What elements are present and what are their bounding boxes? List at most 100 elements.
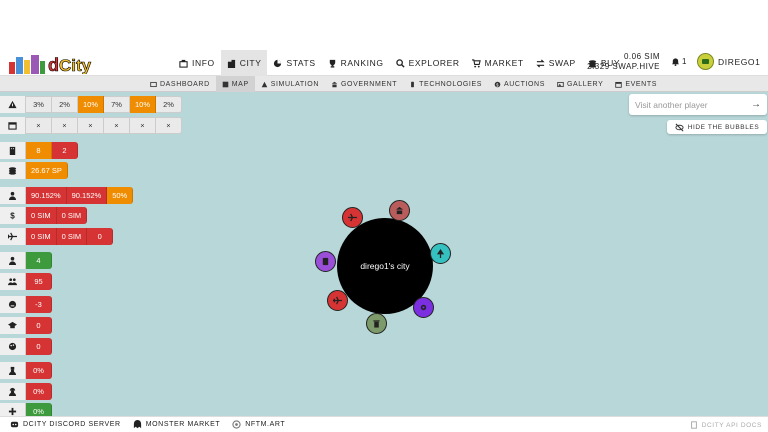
creativity-row: 0: [0, 338, 52, 355]
nav-city[interactable]: CITY: [220, 50, 268, 76]
footer: DCITY DISCORD SERVER MONSTER MARKET NFTM…: [0, 416, 768, 432]
nav-swap[interactable]: SWAP: [530, 50, 582, 76]
worker-icon: [0, 187, 26, 204]
tab-technologies[interactable]: TECHNOLOGIES: [403, 76, 488, 92]
tree-icon: [436, 249, 445, 258]
dcity-logo[interactable]: d City: [6, 52, 98, 74]
tab-dashboard-label: DASHBOARD: [160, 80, 210, 88]
nav-explorer-label: EXPLORER: [408, 58, 460, 68]
city-subnav: DASHBOARD MAP SIMULATION GOVERNMENT TECH…: [0, 76, 768, 92]
trash-icon: [373, 320, 380, 328]
tablet-icon: [322, 257, 329, 266]
tab-auctions[interactable]: $ AUCTIONS: [488, 76, 551, 92]
eye-slash-icon: [675, 123, 684, 131]
nav-ranking-label: RANKING: [340, 58, 384, 68]
nav-explorer[interactable]: EXPLORER: [390, 50, 466, 76]
tourism-bubble[interactable]: [342, 207, 363, 228]
tourism-value: 0 SIM: [26, 228, 57, 245]
event-status: ×: [104, 117, 130, 134]
swap-icon: [536, 58, 545, 68]
tab-events[interactable]: EVENTS: [609, 76, 663, 92]
calendar-icon: [615, 81, 623, 88]
person-icon: [0, 252, 26, 269]
tech-bubble[interactable]: [315, 251, 336, 272]
gallery-icon: [557, 81, 564, 87]
tourism-value: 0 SIM: [56, 228, 88, 245]
tab-government[interactable]: GOVERNMENT: [325, 76, 403, 92]
dollar-icon: $: [0, 207, 26, 224]
hide-bubbles-button[interactable]: HIDE THE BUBBLES: [667, 120, 767, 134]
discord-icon: [10, 421, 19, 428]
notifications[interactable]: 1: [671, 57, 686, 66]
event-status: ×: [26, 117, 52, 134]
tab-gallery[interactable]: GALLERY: [551, 76, 609, 92]
trophy-icon: [329, 59, 335, 68]
api-docs-link[interactable]: DCITY API DOCS: [690, 417, 762, 432]
risk-value: 10%: [78, 96, 105, 113]
unemployment-row: 0%: [0, 383, 52, 400]
education-value: 0: [26, 317, 52, 334]
workers-value: 90.152%: [26, 187, 67, 204]
wallet-balance[interactable]: 0.06 SIM 2.329 SWAP.HIVE: [586, 52, 660, 72]
risk-value: 2%: [156, 96, 183, 113]
dashboard-icon: [150, 81, 157, 87]
hide-bubbles-label: HIDE THE BUBBLES: [687, 123, 760, 131]
cart-icon: [471, 58, 481, 68]
tab-events-label: EVENTS: [625, 80, 657, 88]
risk-value: 2%: [52, 96, 78, 113]
api-docs-label: DCITY API DOCS: [701, 421, 762, 429]
government-bubble[interactable]: [389, 200, 410, 221]
income-row: $ 0 SIM 0 SIM: [0, 207, 88, 224]
username: DIREGO1: [718, 56, 761, 67]
city-name: dirego1's city: [360, 261, 410, 271]
main-nav: INFO CITY STATS RANKING EXPLORER MARKET …: [173, 50, 626, 76]
tab-simulation[interactable]: SIMULATION: [255, 76, 325, 92]
transport-bubble[interactable]: [327, 290, 348, 311]
visit-player-input[interactable]: Visit another player →: [629, 94, 767, 115]
tourism-value: 0: [87, 228, 114, 245]
citizens-row: 95: [0, 273, 52, 290]
building-icon: [0, 142, 26, 159]
energy-bubble[interactable]: [413, 297, 434, 318]
face-icon: [0, 296, 26, 313]
nature-bubble[interactable]: [430, 243, 451, 264]
gear-icon: [420, 304, 427, 311]
city-icon: [227, 59, 235, 68]
sim-balance: 0.06 SIM: [623, 52, 660, 61]
nav-market[interactable]: MARKET: [466, 50, 530, 76]
workers-value: 90.152%: [66, 187, 108, 204]
nav-stats[interactable]: STATS: [267, 50, 321, 76]
user-menu[interactable]: DIREGO1: [697, 53, 760, 70]
monster-market-link[interactable]: MONSTER MARKET: [127, 420, 227, 429]
tab-map[interactable]: MAP: [215, 76, 255, 92]
hospital-icon: [0, 403, 26, 416]
risk-value: 3%: [26, 96, 52, 113]
visit-player-placeholder: Visit another player: [635, 99, 708, 110]
nav-info[interactable]: INFO: [173, 50, 221, 76]
svg-text:$: $: [496, 82, 499, 87]
events-row: × × × × × ×: [0, 117, 182, 134]
nav-info-label: INFO: [192, 58, 215, 68]
happiness-row: -3: [0, 296, 52, 313]
waste-bubble[interactable]: [366, 313, 387, 334]
plane-icon: [0, 228, 26, 245]
nav-city-label: CITY: [239, 58, 262, 68]
svg-text:City: City: [59, 56, 92, 74]
event-status: ×: [130, 117, 156, 134]
nftm-link[interactable]: NFTM.ART: [226, 420, 291, 429]
nav-market-label: MARKET: [484, 58, 524, 68]
plane-icon: [348, 213, 357, 222]
arrow-right-icon[interactable]: →: [751, 99, 761, 110]
avatar: [697, 53, 714, 70]
nav-stats-label: STATS: [286, 58, 316, 68]
simulation-icon: [261, 81, 268, 87]
income-value: 0 SIM: [26, 207, 57, 224]
tab-dashboard[interactable]: DASHBOARD: [144, 76, 216, 92]
education-row: 0: [0, 317, 52, 334]
nav-ranking[interactable]: RANKING: [322, 50, 390, 76]
graduation-icon: [0, 317, 26, 334]
sp-value: 26.67 SP: [26, 162, 68, 179]
svg-text:$: $: [10, 212, 15, 220]
discord-link[interactable]: DCITY DISCORD SERVER: [4, 420, 127, 429]
creativity-value: 0: [26, 338, 52, 355]
